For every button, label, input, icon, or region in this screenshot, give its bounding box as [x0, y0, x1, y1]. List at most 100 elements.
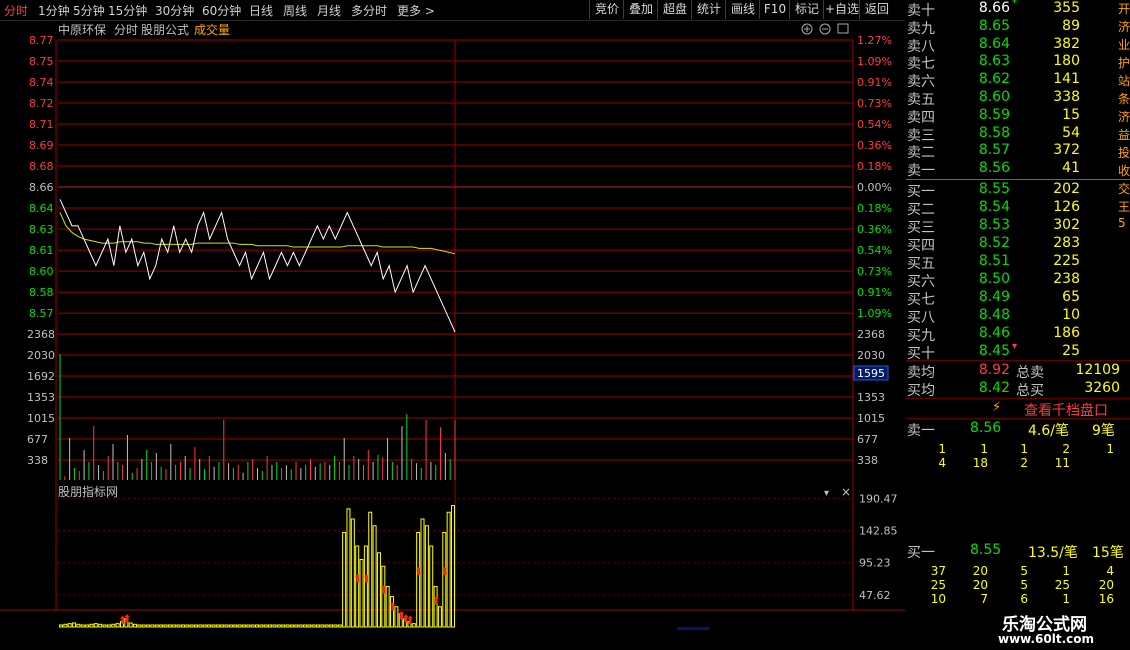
indicator-bar: [89, 623, 94, 628]
toolbar-button[interactable]: F10: [759, 0, 790, 19]
volume-tick: 1015: [857, 412, 885, 425]
orderbook-row[interactable]: 买二 8.54 126: [906, 199, 1120, 218]
toolbar-button[interactable]: 叠加: [623, 0, 658, 19]
orderbook-row[interactable]: 买十 8.45 25 ▾: [906, 341, 1120, 362]
toolbar-button[interactable]: 画线: [725, 0, 760, 19]
indicator-bar: [154, 624, 159, 628]
period-tab[interactable]: 周线: [283, 2, 307, 19]
zoom-in-icon[interactable]: [801, 23, 813, 35]
queue-order: 18: [972, 456, 988, 470]
avg-buy-row: 买均 8.42 总买 3260: [906, 380, 1120, 399]
period-toolbar: 分时 1分钟 5分钟 15分钟 30分钟 60分钟 日线 周线 月线 多分时 更多 > 竞价 叠加 超盘…: [0, 0, 905, 21]
indicator-bar: [180, 624, 185, 628]
indicator-close-icon[interactable]: ×: [841, 485, 851, 499]
up-arrow-icon: ⬆: [405, 614, 414, 627]
orderbook-row[interactable]: 卖六 8.62 141: [906, 71, 1120, 90]
orderbook-row[interactable]: 买三 8.53 302: [906, 217, 1120, 236]
toolbar-button[interactable]: 超盘: [657, 0, 692, 19]
intraday-chart[interactable]: 中原环保 分时 股朋公式 成交量 8.77 1.27% 8.75 1.09% 8.74 0…: [0, 20, 905, 630]
indicator-tick: 142.85: [859, 525, 898, 538]
indicator-bar: [246, 624, 251, 628]
period-tab[interactable]: 60分钟: [202, 2, 241, 19]
orderbook-row[interactable]: 买六 8.50 238: [906, 271, 1120, 290]
indicator-bar: [337, 624, 342, 628]
indicator-bar: [228, 624, 233, 628]
period-tab[interactable]: 1分钟: [38, 2, 70, 19]
indicator-title: 股朋指标网: [58, 484, 118, 499]
level-mark-icon: *: [1012, 0, 1017, 9]
orderbook-row[interactable]: 卖十 8.66 355 *: [906, 0, 1120, 19]
indicator-bar: [133, 623, 138, 628]
period-tab[interactable]: 月线: [317, 2, 341, 19]
price-line: [59, 199, 456, 333]
watermark: 乐淘公式网 www.60lt.com: [996, 608, 1130, 650]
toolbar-button[interactable]: +自选: [823, 0, 860, 19]
indicator-bar: [141, 624, 146, 628]
orderbook-row[interactable]: 卖五 8.60 338: [906, 89, 1120, 108]
indicator-bar: [429, 545, 434, 628]
indicator-bar: [263, 624, 268, 628]
divider: [906, 398, 1130, 399]
indicator-menu-icon[interactable]: ▾: [824, 488, 829, 499]
level-price: 8.66: [978, 0, 1010, 16]
period-tab[interactable]: 多分时: [351, 2, 387, 19]
time-cursor-box: [677, 627, 709, 630]
percent-tick: 0.18%: [857, 160, 892, 173]
orderbook-row[interactable]: 卖七 8.63 180: [906, 53, 1120, 72]
time-tick: 09:30: [23, 629, 58, 630]
indicator-bar: [250, 624, 255, 628]
period-tab[interactable]: 分时: [4, 2, 28, 19]
time-tick: 14:00: [625, 629, 660, 630]
percent-tick: 0.91%: [857, 286, 892, 299]
percent-tick: 1.09%: [857, 55, 892, 68]
toolbar-button[interactable]: 统计: [691, 0, 726, 19]
level-price: 8.52: [978, 235, 1010, 251]
indicator-bar: [294, 624, 299, 628]
time-axis-labels: 09:3010:3013:0014:0014:1515:00: [23, 629, 856, 630]
indicator-bar: [302, 624, 307, 628]
level-label: 买二: [907, 202, 935, 218]
queue-order: 5: [1020, 564, 1028, 578]
zoom-out-icon[interactable]: [819, 23, 831, 35]
sell-buy-divider: [906, 179, 1130, 180]
indicator-bar: [98, 623, 103, 628]
level-price: 8.58: [978, 124, 1010, 141]
indicator-bar: [320, 624, 325, 628]
period-tab[interactable]: 更多 >: [397, 2, 435, 19]
percent-tick: 0.18%: [857, 202, 892, 215]
orderbook-row[interactable]: 卖四 8.59 15: [906, 107, 1120, 126]
orderbook-row[interactable]: 卖二 8.57 372: [906, 142, 1120, 161]
side-char: 收: [1118, 164, 1130, 178]
orderbook-row[interactable]: 卖八 8.64 382: [906, 36, 1120, 55]
toolbar-button[interactable]: 返回: [859, 0, 894, 19]
queue-order: 16: [1098, 592, 1114, 606]
depth-button[interactable]: 查看千档盘口: [1024, 400, 1108, 420]
period-tab[interactable]: 15分钟: [108, 2, 147, 19]
period-tab[interactable]: 5分钟: [73, 2, 105, 19]
level-volume: 180: [1053, 53, 1080, 70]
volume-tick: 338: [27, 454, 48, 467]
volume-tick: 2368: [857, 328, 885, 341]
toolbar-button[interactable]: 标记: [789, 0, 824, 19]
window-icon[interactable]: [837, 23, 849, 34]
toolbar-button[interactable]: 竞价: [589, 0, 624, 19]
total-buy-label: 总买: [1016, 383, 1044, 399]
orderbook-row[interactable]: 买四 8.52 283: [906, 235, 1120, 254]
orderbook-row[interactable]: 卖一 8.56 41: [906, 160, 1120, 179]
volume-tick: 677: [857, 433, 878, 446]
orderbook-row[interactable]: 买一 8.55 202: [906, 181, 1120, 200]
queue-order: 10: [930, 592, 946, 606]
level-volume: 202: [1053, 181, 1080, 197]
price-tick: 8.77: [29, 34, 54, 47]
percent-tick: 0.73%: [857, 97, 892, 110]
orderbook-row[interactable]: 买八 8.48 10: [906, 307, 1120, 326]
orderbook-row[interactable]: 卖三 8.58 54: [906, 124, 1120, 144]
orderbook-row[interactable]: 卖九 8.65 89: [906, 18, 1120, 37]
period-tab[interactable]: 日线: [249, 2, 273, 19]
orderbook-row[interactable]: 买五 8.51 225: [906, 253, 1120, 272]
indicator-bar: [63, 623, 68, 628]
period-tab[interactable]: 30分钟: [155, 2, 194, 19]
level-price: 8.54: [978, 199, 1010, 215]
orderbook-row[interactable]: 买七 8.49 65: [906, 289, 1120, 308]
total-sell-value: 12109: [1075, 362, 1120, 378]
